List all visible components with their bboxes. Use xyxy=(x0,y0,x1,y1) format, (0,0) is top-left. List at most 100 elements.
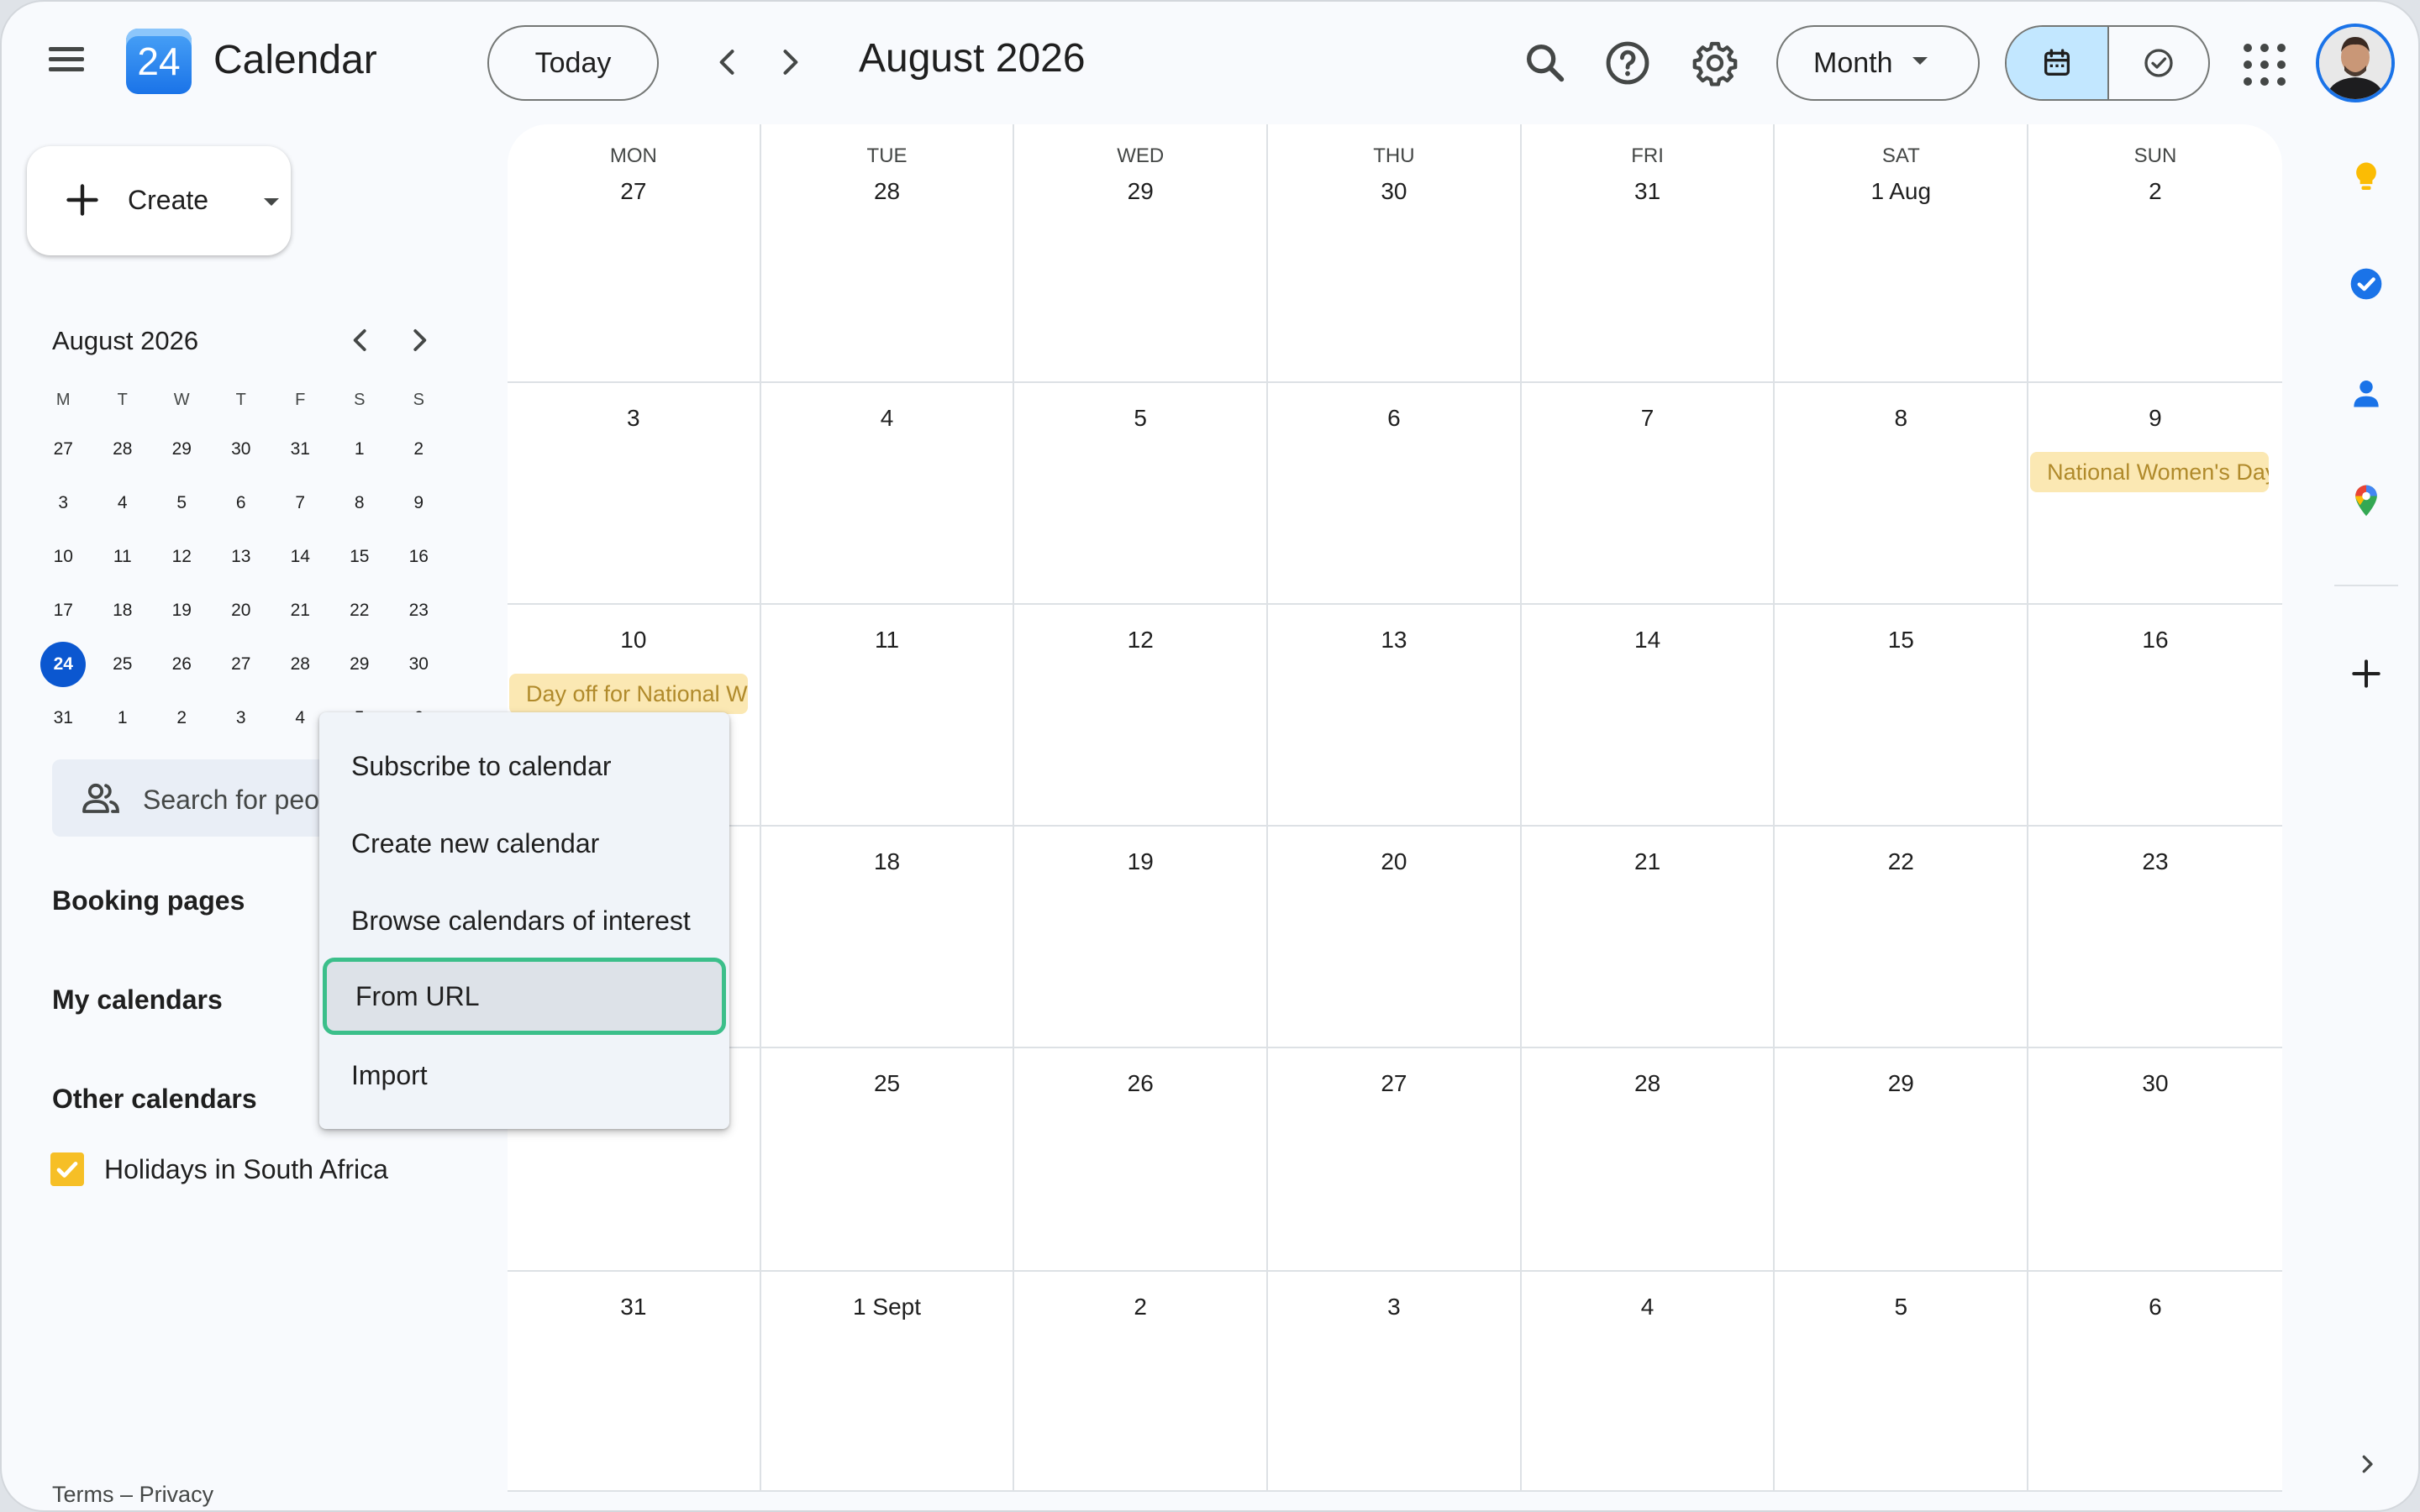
day-cell[interactable]: 19 xyxy=(1014,827,1269,1047)
mini-day[interactable]: 9 xyxy=(396,480,441,526)
day-cell[interactable]: 23 xyxy=(2028,827,2282,1047)
day-number[interactable]: 28 xyxy=(1522,1070,1774,1097)
mini-day[interactable]: 30 xyxy=(396,642,441,687)
mini-day[interactable]: 2 xyxy=(396,427,441,472)
day-cell[interactable]: 9 National Women's Day xyxy=(2028,383,2282,603)
menu-item-create-new-calendar[interactable]: Create new calendar xyxy=(319,805,729,882)
avatar[interactable] xyxy=(2316,24,2395,102)
mini-day[interactable]: 4 xyxy=(277,696,323,741)
day-cell[interactable]: SUN 2 xyxy=(2028,124,2282,381)
day-number[interactable]: 27 xyxy=(508,178,760,205)
day-number[interactable]: 1 Aug xyxy=(1775,178,2027,205)
apps-grid-icon[interactable] xyxy=(2244,44,2286,86)
day-cell[interactable]: 31 xyxy=(508,1272,761,1490)
menu-item-subscribe-to-calendar[interactable]: Subscribe to calendar xyxy=(319,727,729,805)
mini-day[interactable]: 6 xyxy=(218,480,264,526)
mini-day[interactable]: 26 xyxy=(159,642,204,687)
day-number[interactable]: 30 xyxy=(2028,1070,2282,1097)
day-number[interactable]: 9 xyxy=(2028,405,2282,432)
day-number[interactable]: 4 xyxy=(1522,1294,1774,1320)
mini-day[interactable]: 3 xyxy=(40,480,86,526)
day-number[interactable]: 6 xyxy=(2028,1294,2282,1320)
mini-day[interactable]: 8 xyxy=(337,480,382,526)
day-number[interactable]: 11 xyxy=(761,627,1013,654)
day-number[interactable]: 2 xyxy=(1014,1294,1266,1320)
day-cell[interactable]: 8 xyxy=(1775,383,2029,603)
mini-day[interactable]: 23 xyxy=(396,588,441,633)
day-number[interactable]: 29 xyxy=(1775,1070,2027,1097)
mini-day[interactable]: 19 xyxy=(159,588,204,633)
mini-day[interactable]: 14 xyxy=(277,534,323,580)
day-cell[interactable]: 5 xyxy=(1775,1272,2029,1490)
day-cell[interactable]: 18 xyxy=(761,827,1015,1047)
day-number[interactable]: 8 xyxy=(1775,405,2027,432)
menu-item-import[interactable]: Import xyxy=(319,1037,729,1114)
day-number[interactable]: 31 xyxy=(1522,178,1774,205)
settings-icon[interactable] xyxy=(1691,39,1739,87)
chevron-right-icon[interactable] xyxy=(2354,1452,2380,1477)
day-number[interactable]: 21 xyxy=(1522,848,1774,875)
today-button[interactable]: Today xyxy=(487,25,659,101)
search-icon[interactable] xyxy=(1521,39,1570,87)
mini-day[interactable]: 3 xyxy=(218,696,264,741)
mini-day[interactable]: 28 xyxy=(100,427,145,472)
mini-day[interactable]: 31 xyxy=(277,427,323,472)
mini-day[interactable]: 29 xyxy=(337,642,382,687)
chevron-left-icon[interactable] xyxy=(709,44,746,81)
day-number[interactable]: 31 xyxy=(508,1294,760,1320)
day-cell[interactable]: 6 xyxy=(2028,1272,2282,1490)
day-number[interactable]: 28 xyxy=(761,178,1013,205)
day-cell[interactable]: 12 xyxy=(1014,605,1269,825)
day-cell[interactable]: MON 27 xyxy=(508,124,761,381)
day-cell[interactable]: 4 xyxy=(1522,1272,1776,1490)
mini-day[interactable]: 12 xyxy=(159,534,204,580)
calendar-checkbox[interactable] xyxy=(50,1152,84,1186)
mini-day[interactable]: 22 xyxy=(337,588,382,633)
day-cell[interactable]: 11 xyxy=(761,605,1015,825)
day-number[interactable]: 5 xyxy=(1775,1294,2027,1320)
day-cell[interactable]: 25 xyxy=(761,1048,1015,1270)
day-cell[interactable]: 30 xyxy=(2028,1048,2282,1270)
maps-pin-icon[interactable] xyxy=(2348,482,2385,519)
day-cell[interactable]: 27 xyxy=(1268,1048,1522,1270)
event-chip[interactable]: Day off for National Women's Day xyxy=(509,674,748,714)
mini-day[interactable]: 16 xyxy=(396,534,441,580)
day-number[interactable]: 4 xyxy=(761,405,1013,432)
mini-day[interactable]: 18 xyxy=(100,588,145,633)
day-cell[interactable]: 5 xyxy=(1014,383,1269,603)
day-number[interactable]: 7 xyxy=(1522,405,1774,432)
day-cell[interactable]: 2 xyxy=(1014,1272,1269,1490)
day-cell[interactable]: 4 xyxy=(761,383,1015,603)
day-number[interactable]: 3 xyxy=(508,405,760,432)
other-calendars-header[interactable]: Other calendars xyxy=(52,1084,257,1115)
mini-day[interactable]: 4 xyxy=(100,480,145,526)
day-number[interactable]: 12 xyxy=(1014,627,1266,654)
calendar-name[interactable]: Holidays in South Africa xyxy=(104,1154,388,1185)
mini-day[interactable]: 5 xyxy=(159,480,204,526)
tasks-check-icon[interactable] xyxy=(2348,265,2385,302)
mini-day[interactable]: 27 xyxy=(218,642,264,687)
mini-day[interactable]: 29 xyxy=(159,427,204,472)
mini-day[interactable]: 2 xyxy=(159,696,204,741)
create-button[interactable]: Create xyxy=(27,146,291,255)
mini-day-today[interactable]: 24 xyxy=(40,642,87,687)
view-selector[interactable]: Month xyxy=(1776,25,1980,101)
mini-day[interactable]: 10 xyxy=(40,534,86,580)
day-number[interactable]: 20 xyxy=(1268,848,1520,875)
day-cell[interactable]: WED 29 xyxy=(1014,124,1269,381)
menu-item-browse-calendars-of-interest[interactable]: Browse calendars of interest xyxy=(319,882,729,959)
day-cell[interactable]: 14 xyxy=(1522,605,1776,825)
chevron-right-icon[interactable] xyxy=(403,324,435,356)
mini-day[interactable]: 1 xyxy=(100,696,145,741)
chevron-left-icon[interactable] xyxy=(345,324,376,356)
my-calendars-header[interactable]: My calendars xyxy=(52,984,223,1016)
day-number[interactable]: 23 xyxy=(2028,848,2282,875)
day-number[interactable]: 5 xyxy=(1014,405,1266,432)
day-cell[interactable]: 1 Sept xyxy=(761,1272,1015,1490)
mini-day[interactable]: 1 xyxy=(337,427,382,472)
day-cell[interactable]: TUE 28 xyxy=(761,124,1015,381)
chevron-right-icon[interactable] xyxy=(771,44,808,81)
day-cell[interactable]: 7 xyxy=(1522,383,1776,603)
terms-link[interactable]: Terms xyxy=(52,1482,114,1507)
mini-day[interactable]: 7 xyxy=(277,480,323,526)
